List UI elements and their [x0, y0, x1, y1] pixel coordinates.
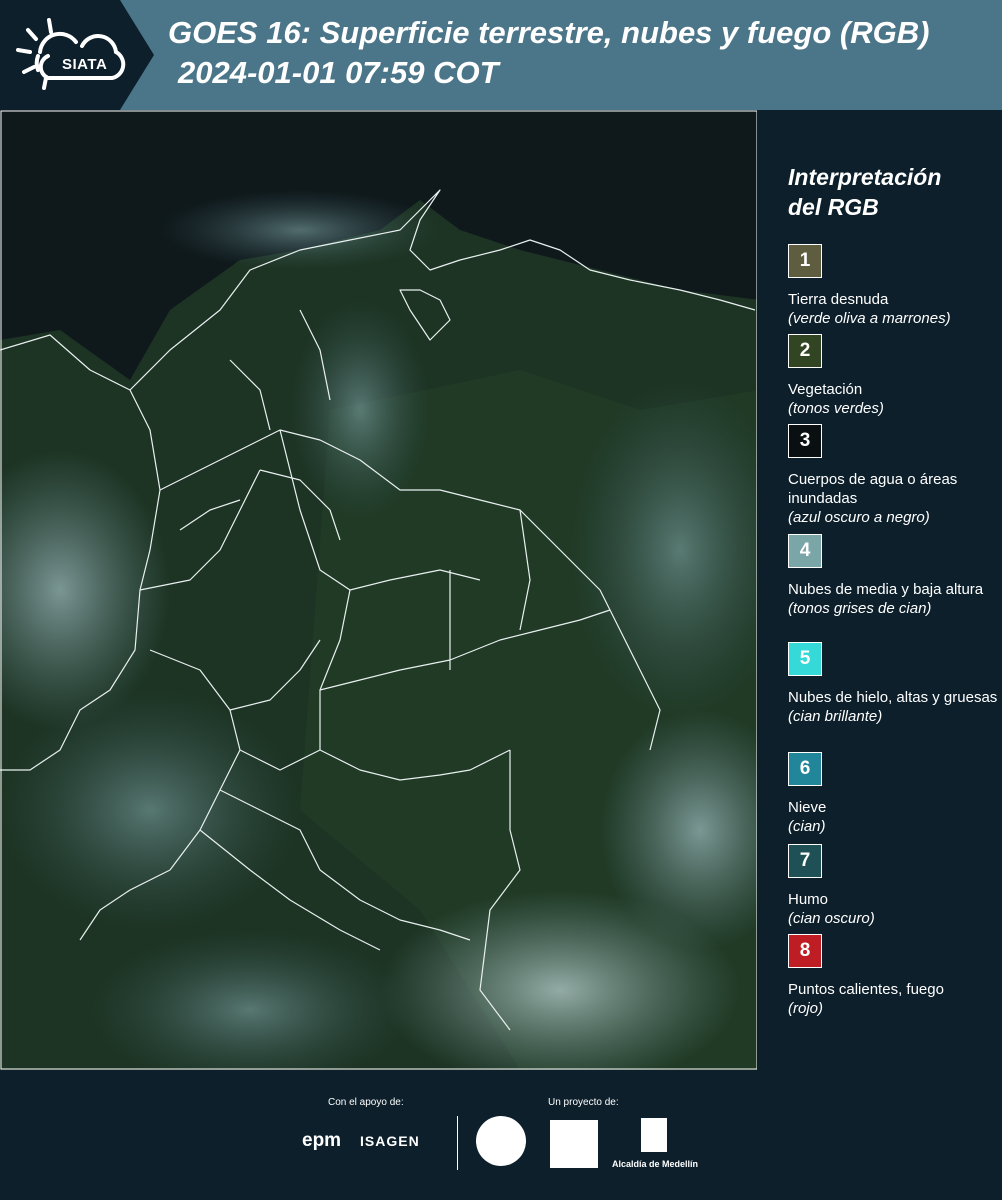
legend-label: Vegetación	[788, 381, 863, 398]
legend-label: Cuerpos de agua o áreas inundadas	[788, 471, 958, 507]
legend-item-smoke: 7 Humo (cian oscuro)	[788, 844, 998, 928]
legend-item-mid-low-clouds: 4 Nubes de media y baja altura (tonos gr…	[788, 534, 998, 618]
page-title: GOES 16: Superficie terrestre, nubes y f…	[168, 15, 930, 50]
project-label: Un proyecto de:	[548, 1097, 619, 1108]
legend-panel: Interpretación del RGB 1 Tierra desnuda …	[760, 110, 1002, 1070]
legend-swatch: 3	[788, 424, 822, 458]
epm-logo: epm	[302, 1130, 342, 1151]
legend-item-ice-clouds: 5 Nubes de hielo, altas y gruesas (cian …	[788, 642, 998, 726]
legend-title-line1: Interpretación	[788, 164, 942, 190]
legend-swatch: 2	[788, 334, 822, 368]
support-label: Con el apoyo de:	[328, 1097, 404, 1108]
siata-logo: SIATA	[12, 12, 132, 98]
university-seal-logo	[476, 1116, 526, 1166]
legend-label: Nubes de hielo, altas y gruesas	[788, 689, 998, 706]
footer: Con el apoyo de: Un proyecto de: epm ISA…	[0, 1070, 1002, 1200]
alcaldia-shield-logo	[641, 1118, 667, 1152]
legend-desc: (rojo)	[788, 1000, 824, 1017]
satellite-map	[0, 110, 760, 1070]
legend-swatch: 5	[788, 642, 822, 676]
legend-label: Nieve	[788, 799, 827, 816]
logo-text: SIATA	[62, 56, 108, 73]
legend-label: Puntos calientes, fuego	[788, 981, 944, 998]
alcaldia-label: Alcaldía de Medellín	[612, 1159, 699, 1169]
legend-swatch: 1	[788, 244, 822, 278]
legend-desc: (cian oscuro)	[788, 910, 875, 927]
legend-label: Nubes de media y baja altura	[788, 581, 984, 598]
legend-title: Interpretación del RGB	[788, 162, 941, 222]
legend-desc: (tonos grises de cian)	[788, 600, 932, 617]
legend-item-bare-land: 1 Tierra desnuda (verde oliva a marrones…	[788, 244, 998, 328]
header: SIATA GOES 16: Superficie terrestre, nub…	[0, 0, 1002, 110]
legend-desc: (cian)	[788, 818, 826, 835]
legend-swatch: 4	[788, 534, 822, 568]
footer-divider	[457, 1116, 458, 1170]
legend-swatch: 7	[788, 844, 822, 878]
area-metropolitana-logo	[550, 1120, 598, 1168]
legend-desc: (tonos verdes)	[788, 400, 884, 417]
legend-item-water: 3 Cuerpos de agua o áreas inundadas (azu…	[788, 424, 998, 527]
legend-label: Tierra desnuda	[788, 291, 889, 308]
legend-swatch: 8	[788, 934, 822, 968]
legend-label: Humo	[788, 891, 829, 908]
legend-desc: (cian brillante)	[788, 708, 883, 725]
legend-title-line2: del RGB	[788, 194, 879, 220]
page-subtitle: 2024-01-01 07:59 COT	[178, 55, 499, 90]
legend-item-vegetation: 2 Vegetación (tonos verdes)	[788, 334, 998, 418]
legend-swatch: 6	[788, 752, 822, 786]
legend-desc: (verde oliva a marrones)	[788, 310, 951, 327]
legend-item-fire: 8 Puntos calientes, fuego (rojo)	[788, 934, 998, 1018]
isagen-logo: ISAGEN	[360, 1133, 420, 1149]
legend-desc: (azul oscuro a negro)	[788, 509, 930, 526]
legend-item-snow: 6 Nieve (cian)	[788, 752, 998, 836]
